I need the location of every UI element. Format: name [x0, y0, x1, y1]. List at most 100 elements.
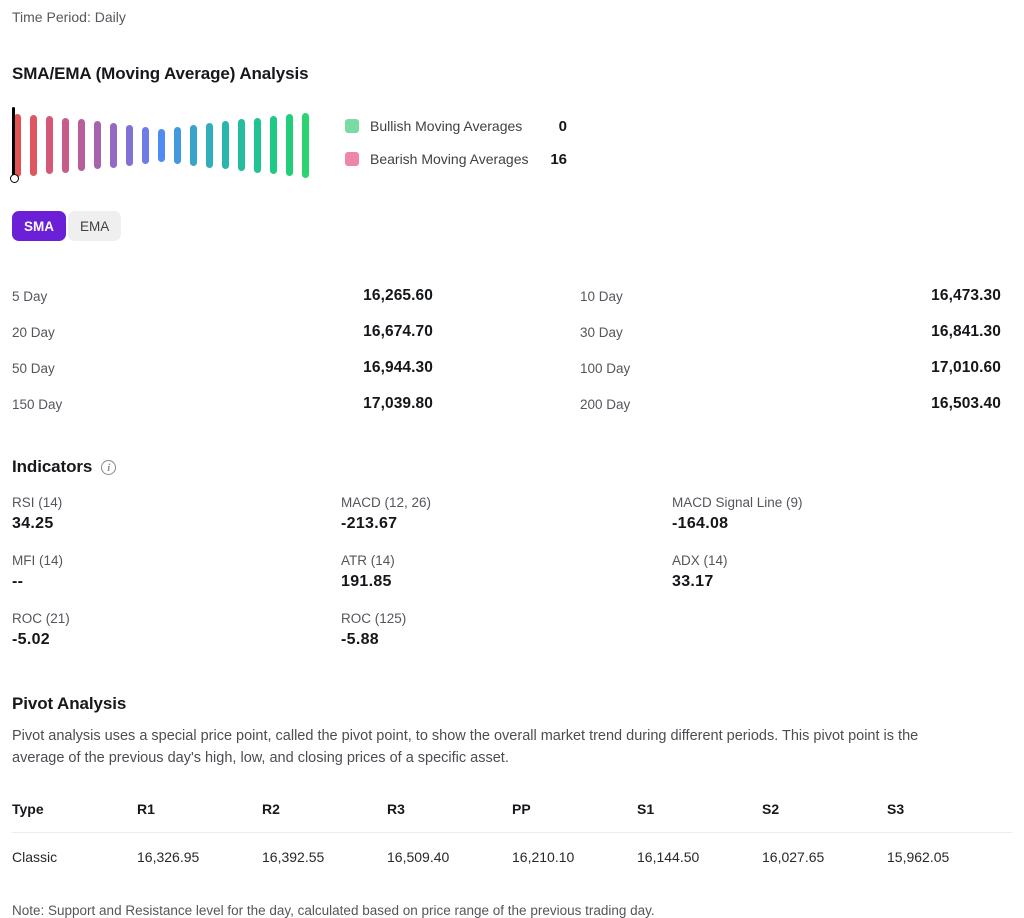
pivot-description: Pivot analysis uses a special price poin…	[12, 728, 919, 766]
bullish-swatch-icon	[345, 119, 359, 133]
pivot-col-header: S2	[762, 801, 780, 817]
ma-column-right: 10 Day 16,473.30 30 Day 16,841.30 100 Da…	[580, 278, 1001, 422]
pivot-value-cell: 16,027.65	[762, 849, 825, 865]
pivot-value-cell: 16,210.10	[512, 849, 575, 865]
pivot-value-cell: 16,326.95	[137, 849, 200, 865]
ma-period-value: 17,039.80	[363, 395, 433, 412]
indicator-value: -213.67	[341, 515, 398, 532]
indicator-value: 34.25	[12, 515, 54, 532]
moving-average-table: 5 Day 16,265.60 20 Day 16,674.70 50 Day …	[12, 278, 1012, 422]
indicator-cell: MACD (12, 26) -213.67	[341, 495, 672, 533]
ma-period-value: 16,473.30	[931, 287, 1001, 304]
ma-period-label: 50 Day	[12, 360, 55, 376]
ma-period-value: 16,265.60	[363, 287, 433, 304]
pivot-table: Type R1 R2 R3 PP S1 S2 S3 Classic 16,326…	[12, 801, 1012, 865]
indicator-label: ROC (125)	[341, 611, 407, 626]
ma-period-label: 30 Day	[580, 324, 623, 340]
info-icon[interactable]: i	[101, 459, 117, 475]
legend-row-bearish: Bearish Moving Averages 16	[345, 149, 567, 169]
pivot-col-header: R3	[387, 801, 405, 817]
indicator-cell: ROC (125) -5.88	[341, 611, 672, 649]
pivot-type-cell: Classic	[12, 849, 58, 865]
sma-tab[interactable]: SMA	[12, 211, 66, 241]
pivot-note: Note: Support and Resistance level for t…	[12, 903, 655, 918]
gauge-bar	[94, 121, 101, 169]
indicator-cell: MFI (14) --	[12, 553, 341, 591]
indicator-label: MACD (12, 26)	[341, 495, 432, 510]
gauge-bar	[190, 124, 197, 166]
ma-gauge-legend: Bullish Moving Averages 0 Bearish Moving…	[345, 106, 567, 182]
indicator-value: -164.08	[672, 515, 729, 532]
indicator-label: RSI (14)	[12, 495, 63, 510]
pivot-col-header: R1	[137, 801, 155, 817]
time-period-label: Time Period: Daily	[12, 9, 126, 25]
indicator-label: ROC (21)	[12, 611, 70, 626]
gauge-bar	[254, 117, 261, 173]
ma-row: 100 Day 17,010.60	[580, 350, 1001, 386]
indicators-title: Indicators	[12, 457, 93, 476]
indicator-cell: ATR (14) 191.85	[341, 553, 672, 591]
ma-period-label: 150 Day	[12, 396, 63, 412]
gauge-bar	[270, 116, 277, 174]
ma-period-label: 20 Day	[12, 324, 55, 340]
ma-row: 20 Day 16,674.70	[12, 314, 433, 350]
gauge-bar	[142, 126, 149, 164]
indicators-grid: RSI (14) 34.25 MACD (12, 26) -213.67 MAC…	[12, 495, 1012, 649]
ma-row: 150 Day 17,039.80	[12, 386, 433, 422]
pivot-col-header: R2	[262, 801, 280, 817]
ma-row: 5 Day 16,265.60	[12, 278, 433, 314]
gauge-bar	[78, 119, 85, 171]
ma-row: 50 Day 16,944.30	[12, 350, 433, 386]
pivot-value-cell: 16,392.55	[262, 849, 325, 865]
gauge-bar	[302, 112, 309, 178]
indicator-cell: ROC (21) -5.02	[12, 611, 341, 649]
gauge-bar	[158, 128, 165, 162]
pivot-value-cell: 16,509.40	[387, 849, 450, 865]
ma-gauge-row: Bullish Moving Averages 0 Bearish Moving…	[10, 106, 1012, 184]
ma-section-title: SMA/EMA (Moving Average) Analysis	[12, 64, 309, 83]
pivot-col-header: Type	[12, 801, 44, 817]
pivot-value-cell: 15,962.05	[887, 849, 950, 865]
gauge-bar	[110, 122, 117, 168]
pivot-table-header: Type R1 R2 R3 PP S1 S2 S3	[12, 801, 1012, 833]
ma-column-left: 5 Day 16,265.60 20 Day 16,674.70 50 Day …	[12, 278, 433, 422]
indicator-label: MFI (14)	[12, 553, 64, 568]
bearish-count: 16	[550, 150, 567, 168]
gauge-bar	[30, 114, 37, 176]
legend-row-bullish: Bullish Moving Averages 0	[345, 116, 567, 136]
gauge-bar	[126, 124, 133, 166]
indicators-header: Indicators i	[12, 457, 1012, 477]
ema-tab[interactable]: EMA	[68, 211, 122, 241]
indicator-cell: RSI (14) 34.25	[12, 495, 341, 533]
bearish-legend-label: Bearish Moving Averages	[370, 151, 529, 167]
ma-period-label: 10 Day	[580, 288, 623, 304]
indicator-value: -5.02	[12, 631, 50, 648]
indicator-value: --	[12, 573, 24, 590]
bullish-legend-label: Bullish Moving Averages	[370, 118, 523, 134]
indicator-label: ADX (14)	[672, 553, 728, 568]
bearish-swatch-icon	[345, 152, 359, 166]
indicator-cell-empty	[672, 611, 1012, 649]
gauge-bar	[206, 122, 213, 168]
gauge-bar	[174, 126, 181, 164]
ma-period-value: 16,944.30	[363, 359, 433, 376]
gauge-bar	[62, 117, 69, 173]
pivot-title: Pivot Analysis	[12, 694, 127, 713]
indicator-label: MACD Signal Line (9)	[672, 495, 803, 510]
ma-sentiment-gauge	[10, 106, 317, 184]
pivot-col-header: S3	[887, 801, 905, 817]
bullish-count: 0	[558, 117, 567, 135]
gauge-needle-knob	[10, 174, 19, 183]
gauge-bar	[46, 116, 53, 174]
ma-row: 200 Day 16,503.40	[580, 386, 1001, 422]
gauge-needle	[12, 107, 15, 176]
ma-period-label: 200 Day	[580, 396, 631, 412]
pivot-table-row: Classic 16,326.95 16,392.55 16,509.40 16…	[12, 833, 1012, 865]
ta-panel: Time Period: Daily SMA/EMA (Moving Avera…	[0, 0, 1024, 918]
gauge-bar	[14, 113, 21, 177]
pivot-value-cell: 16,144.50	[637, 849, 700, 865]
pivot-col-header: S1	[637, 801, 655, 817]
indicator-label: ATR (14)	[341, 553, 395, 568]
ma-row: 30 Day 16,841.30	[580, 314, 1001, 350]
indicator-cell: ADX (14) 33.17	[672, 553, 1012, 591]
